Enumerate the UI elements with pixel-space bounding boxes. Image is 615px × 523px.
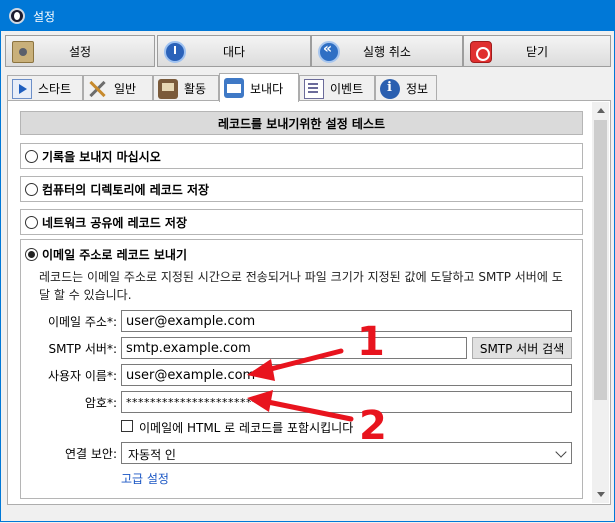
tab-info[interactable]: 정보: [375, 75, 437, 101]
password-label: 암호*:: [84, 396, 117, 410]
html-checkbox[interactable]: [121, 420, 133, 432]
smtp-server-input[interactable]: [121, 337, 467, 359]
tab-start-label: 스타트: [38, 82, 72, 96]
option-send-email: 이메일 주소로 레코드 보내기 레코드는 이메일 주소로 지정된 시간으로 전송…: [20, 239, 583, 499]
tab-event[interactable]: 이벤트: [299, 75, 375, 101]
smtp-server-label: SMTP 서버*:: [48, 342, 117, 356]
row-username: 사용자 이름*:: [21, 364, 584, 386]
radio-no-send[interactable]: [25, 149, 38, 163]
scroll-down-arrow-icon[interactable]: [592, 486, 609, 503]
option-send-email-label: 이메일 주소로 레코드 보내기: [42, 248, 188, 262]
row-html-checkbox: 이메일에 HTML 로 레코드를 포함시킵니다: [21, 416, 584, 438]
window-title: 설정: [33, 9, 56, 24]
title-bar[interactable]: 설정: [1, 1, 614, 31]
play-icon: [12, 78, 32, 99]
settings-button[interactable]: 설정: [5, 35, 155, 67]
undo-button-label: 실행 취소: [363, 44, 411, 59]
password-input[interactable]: [121, 391, 572, 413]
document-icon: [304, 78, 324, 99]
tab-info-label: 정보: [406, 82, 429, 96]
option-save-net[interactable]: 네트워크 공유에 레코드 저장: [20, 209, 583, 235]
radio-save-net[interactable]: [25, 215, 38, 229]
mail-icon: [224, 78, 244, 98]
connection-security-select[interactable]: 자동적 인: [121, 442, 572, 464]
option-no-send-label: 기록을 보내지 마십시오: [42, 149, 161, 164]
connection-security-value: 자동적 인: [128, 448, 176, 462]
send-settings: 레코드를 보내기위한 설정 테스트 기록을 보내지 마십시오 컴퓨터의 디렉토리…: [16, 107, 591, 499]
row-smtp-server: SMTP 서버*: SMTP 서버 검색: [21, 337, 584, 359]
username-label: 사용자 이름*:: [47, 369, 117, 383]
tools-icon: [88, 79, 108, 99]
vertical-scrollbar[interactable]: [592, 102, 609, 503]
option-save-net-label: 네트워크 공유에 레코드 저장: [42, 215, 188, 230]
html-checkbox-label: 이메일에 HTML 로 레코드를 포함시킵니다: [139, 421, 354, 435]
settings-window: 설정 설정 대다 실행 취소 닫기 스타트 일반 활동: [0, 0, 615, 522]
send-email-header[interactable]: 이메일 주소로 레코드 보내기: [25, 246, 187, 263]
tab-send-label: 보내다: [250, 81, 284, 96]
close-button-label: 닫기: [525, 44, 549, 59]
section-header: 레코드를 보내기위한 설정 테스트: [20, 111, 583, 135]
tab-start[interactable]: 스타트: [7, 75, 83, 101]
scroll-up-arrow-icon[interactable]: [592, 102, 609, 119]
clock-icon: [164, 41, 186, 63]
tab-general[interactable]: 일반: [83, 75, 153, 101]
advanced-settings-link[interactable]: 고급 설정: [121, 470, 169, 487]
activity-icon: [158, 78, 178, 99]
smtp-search-button[interactable]: SMTP 서버 검색: [472, 337, 572, 359]
tab-activity[interactable]: 활동: [153, 75, 219, 101]
info-icon: [380, 78, 400, 99]
tab-bar: 스타트 일반 활동 보내다 이벤트 정보: [7, 73, 607, 102]
row-email-address: 이메일 주소*:: [21, 310, 584, 332]
wait-button[interactable]: 대다: [157, 35, 311, 67]
undo-button[interactable]: 실행 취소: [311, 35, 463, 67]
option-no-send[interactable]: 기록을 보내지 마십시오: [20, 143, 583, 169]
settings-icon: [12, 41, 34, 63]
radio-send-email[interactable]: [25, 248, 38, 261]
send-panel: 레코드를 보내기위한 설정 테스트 기록을 보내지 마십시오 컴퓨터의 디렉토리…: [7, 100, 611, 505]
tab-send[interactable]: 보내다: [219, 73, 299, 102]
email-description: 레코드는 이메일 주소로 지정된 시간으로 전송되거나 파일 크기가 지정된 값…: [39, 270, 563, 302]
toolbar: 설정 대다 실행 취소 닫기: [5, 35, 611, 67]
chevron-down-icon: [555, 446, 567, 458]
close-button[interactable]: 닫기: [463, 35, 611, 67]
row-password: 암호*:: [21, 391, 584, 413]
undo-icon: [318, 41, 340, 63]
radio-save-dir[interactable]: [25, 182, 38, 196]
email-address-label: 이메일 주소*:: [47, 315, 117, 329]
option-save-dir[interactable]: 컴퓨터의 디렉토리에 레코드 저장: [20, 176, 583, 202]
username-input[interactable]: [121, 364, 572, 386]
settings-button-label: 설정: [68, 44, 92, 59]
scroll-thumb[interactable]: [594, 120, 607, 400]
row-connection-security: 연결 보안: 자동적 인: [21, 442, 584, 464]
email-address-input[interactable]: [121, 310, 572, 332]
wait-button-label: 대다: [222, 44, 246, 59]
tab-general-label: 일반: [114, 82, 137, 96]
tab-event-label: 이벤트: [330, 82, 364, 96]
tab-activity-label: 활동: [184, 82, 207, 96]
connection-security-label: 연결 보안:: [64, 447, 117, 461]
option-save-dir-label: 컴퓨터의 디렉토리에 레코드 저장: [42, 182, 210, 197]
app-icon: [9, 8, 25, 24]
power-icon: [470, 41, 492, 63]
